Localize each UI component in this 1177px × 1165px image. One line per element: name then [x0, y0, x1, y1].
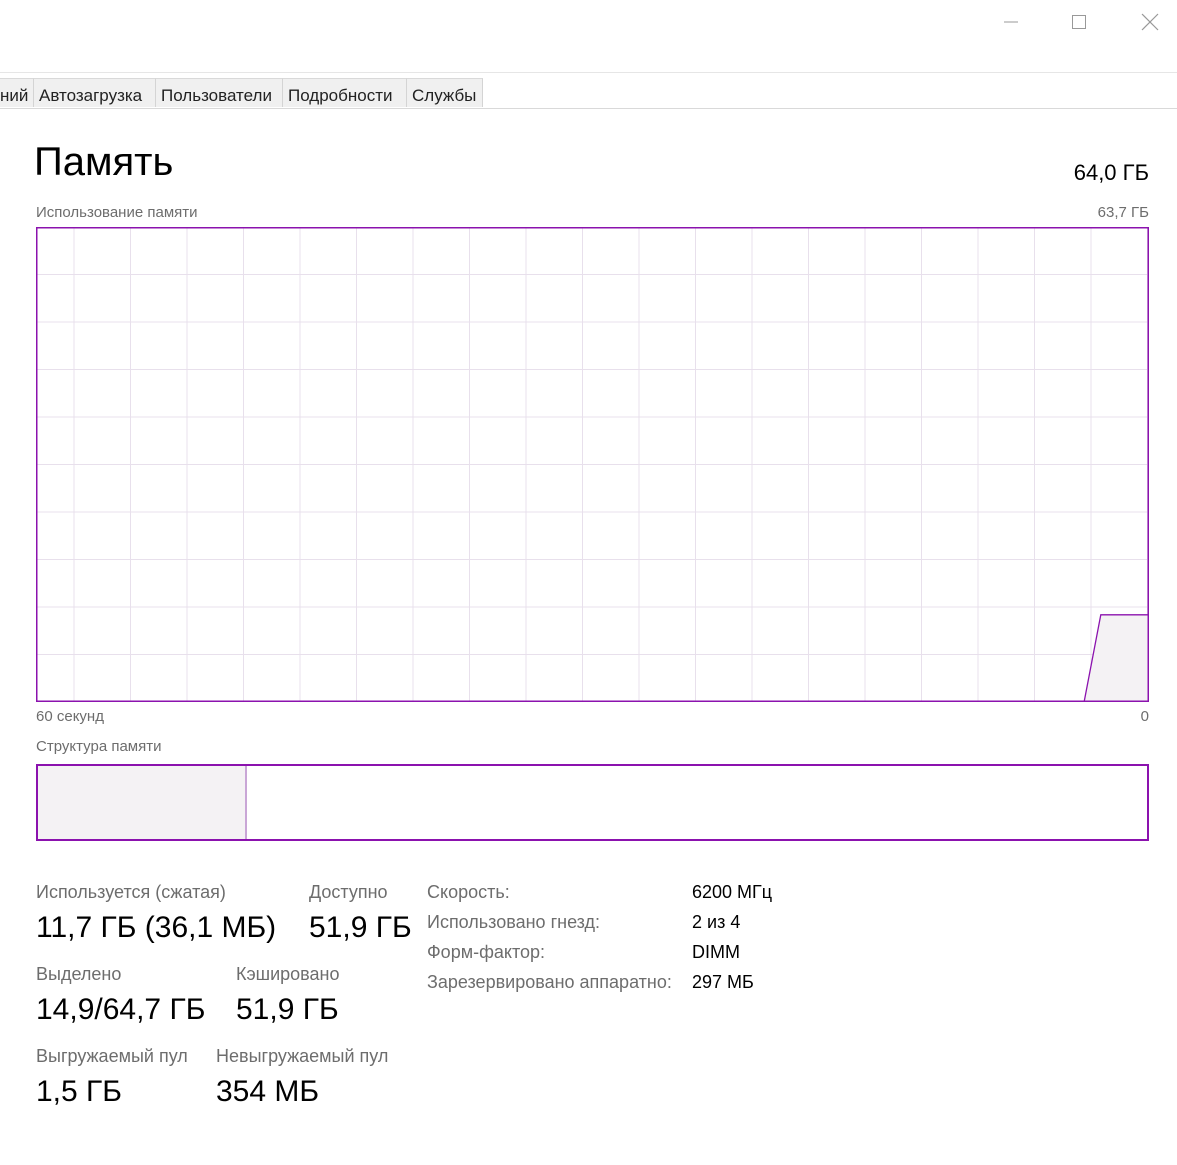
minimize-icon [1004, 21, 1018, 23]
tab-app-history[interactable]: ний [0, 78, 34, 107]
usage-area [36, 614, 1149, 702]
form-factor-value: DIMM [692, 942, 740, 962]
tab-users[interactable]: Пользователи [156, 78, 283, 107]
paged-pool-label: Выгружаемый пул [36, 1046, 188, 1066]
form-factor-label: Форм-фактор: [427, 942, 546, 962]
in-use-label: Используется (сжатая) [36, 882, 226, 902]
paged-pool-value: 1,5 ГБ [36, 1075, 122, 1108]
title-bar [0, 0, 1177, 73]
tab-details[interactable]: Подробности [283, 78, 407, 107]
in-use-value: 11,7 ГБ (36,1 МБ) [36, 911, 277, 944]
available-label: Доступно [309, 882, 388, 902]
close-icon [1141, 13, 1159, 31]
minimize-button[interactable] [976, 0, 1046, 44]
tab-bar: ний Автозагрузка Пользователи Подробност… [0, 78, 1177, 109]
available-value: 51,9 ГБ [309, 911, 412, 944]
structure-label: Структура памяти [36, 738, 162, 755]
slots-used-value: 2 из 4 [692, 912, 741, 932]
maximize-button[interactable] [1044, 0, 1114, 44]
hardware-reserved-label: Зарезервировано аппаратно: [427, 972, 672, 992]
tab-services[interactable]: Службы [407, 78, 483, 107]
hardware-reserved-value: 297 МБ [692, 972, 754, 992]
usage-chart-label: Использование памяти [36, 204, 198, 221]
memory-structure-in-use [38, 766, 248, 839]
usage-chart-max: 63,7 ГБ [1097, 204, 1149, 221]
maximize-icon [1072, 15, 1086, 29]
x-axis-left-label: 60 секунд [36, 708, 104, 725]
memory-structure-bar[interactable] [36, 764, 1149, 841]
committed-value: 14,9/64,7 ГБ [36, 993, 206, 1026]
usage-line [36, 614, 1149, 702]
close-button[interactable] [1115, 0, 1177, 44]
cached-value: 51,9 ГБ [236, 993, 339, 1026]
speed-label: Скорость: [427, 882, 510, 902]
cached-label: Кэшировано [236, 964, 340, 984]
speed-value: 6200 МГц [692, 882, 773, 902]
slots-used-label: Использовано гнезд: [427, 912, 601, 932]
page-title: Память [34, 140, 174, 184]
nonpaged-pool-label: Невыгружаемый пул [216, 1046, 389, 1066]
memory-usage-chart [36, 227, 1149, 702]
nonpaged-pool-value: 354 МБ [216, 1075, 320, 1108]
chart-grid [36, 227, 1149, 702]
committed-label: Выделено [36, 964, 122, 984]
total-memory: 64,0 ГБ [1073, 160, 1149, 185]
tab-startup[interactable]: Автозагрузка [34, 78, 156, 107]
x-axis-right-label: 0 [1140, 708, 1149, 725]
